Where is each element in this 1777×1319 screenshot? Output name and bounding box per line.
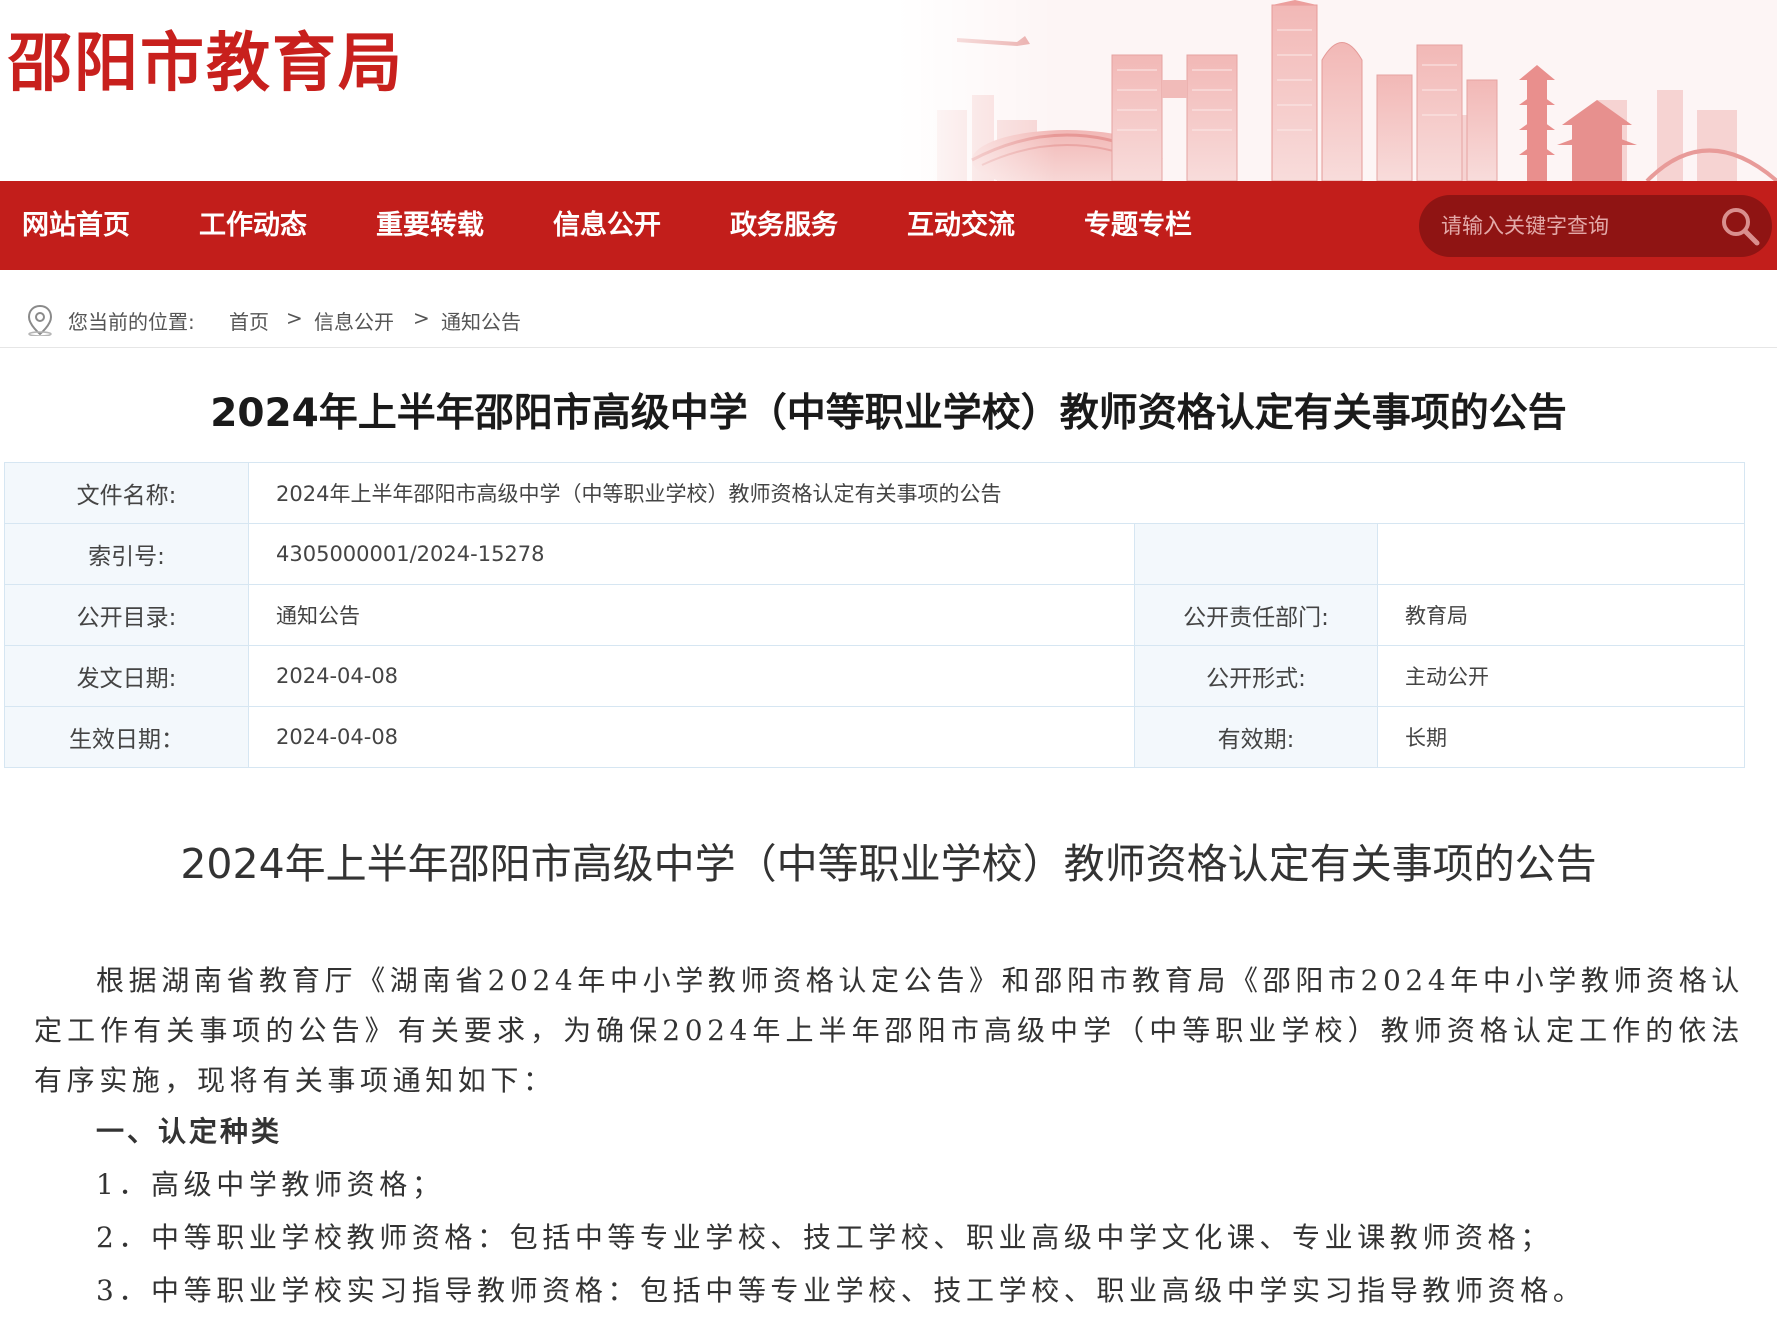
- disclosure-form-value: 主动公开: [1376, 645, 1746, 707]
- effective-date-label: 生效日期：: [4, 706, 249, 768]
- validity-value: 长期: [1376, 706, 1746, 768]
- search-icon[interactable]: [1718, 204, 1762, 248]
- issue-date-value: 2024-04-08: [248, 645, 1135, 707]
- table-row: 生效日期： 2024-04-08 有效期: 长期: [4, 706, 1746, 768]
- list-item: 2．中等职业学校教师资格：包括中等专业学校、技工学校、职业高级中学文化课、专业课…: [96, 1221, 1553, 1254]
- issue-date-label: 发文日期:: [4, 645, 249, 707]
- article-title: 2024年上半年邵阳市高级中学（中等职业学校）教师资格认定有关事项的公告: [180, 840, 1597, 888]
- list-item: 3．中等职业学校实习指导教师资格：包括中等专业学校、技工学校、职业高级中学实习指…: [96, 1274, 1586, 1307]
- section-heading: 一、认定种类: [96, 1115, 283, 1148]
- breadcrumb-home[interactable]: 首页: [229, 306, 269, 335]
- list-item: 1．高级中学教师资格；: [96, 1168, 445, 1201]
- empty-value-cell: [1376, 523, 1746, 585]
- nav-item-reprints[interactable]: 重要转载: [376, 181, 484, 270]
- article-body: 根据湖南省教育厅《湖南省2024年中小学教师资格认定公告》和邵阳市教育局《邵阳市…: [34, 956, 1744, 1317]
- index-number-value: 4305000001/2024-15278: [248, 523, 1135, 585]
- table-row: 发文日期: 2024-04-08 公开形式: 主动公开: [4, 645, 1746, 707]
- table-row: 索引号: 4305000001/2024-15278: [4, 523, 1746, 585]
- table-row: 文件名称: 2024年上半年邵阳市高级中学（中等职业学校）教师资格认定有关事项的…: [4, 462, 1746, 524]
- empty-label-cell: [1134, 523, 1378, 585]
- file-name-value: 2024年上半年邵阳市高级中学（中等职业学校）教师资格认定有关事项的公告: [247, 462, 1746, 524]
- nav-item-gov-services[interactable]: 政务服务: [730, 181, 838, 270]
- nav-item-special-topics[interactable]: 专题专栏: [1084, 181, 1192, 270]
- nav-item-home[interactable]: 网站首页: [22, 181, 130, 270]
- effective-date-value: 2024-04-08: [248, 706, 1135, 768]
- nav-item-work-news[interactable]: 工作动态: [199, 181, 307, 270]
- breadcrumb-separator: >: [286, 306, 303, 330]
- site-header: 邵阳市教育局: [0, 0, 1777, 181]
- disclosure-form-label: 公开形式:: [1134, 645, 1378, 707]
- file-name-label: 文件名称:: [4, 462, 249, 524]
- index-number-label: 索引号:: [4, 523, 249, 585]
- breadcrumb: 您当前的位置: 首页 > 信息公开 > 通知公告: [0, 296, 1777, 348]
- validity-label: 有效期:: [1134, 706, 1378, 768]
- main-nav: 网站首页 工作动态 重要转载 信息公开 政务服务 互动交流 专题专栏: [0, 181, 1777, 270]
- nav-item-interaction[interactable]: 互动交流: [907, 181, 1015, 270]
- page-title: 2024年上半年邵阳市高级中学（中等职业学校）教师资格认定有关事项的公告: [210, 391, 1567, 436]
- document-info-table: 文件名称: 2024年上半年邵阳市高级中学（中等职业学校）教师资格认定有关事项的…: [4, 462, 1746, 768]
- search-box: [1419, 195, 1772, 257]
- table-row: 公开目录: 通知公告 公开责任部门: 教育局: [4, 584, 1746, 646]
- catalog-value: 通知公告: [248, 584, 1135, 646]
- search-input[interactable]: [1441, 195, 1711, 257]
- city-skyline-banner: [897, 0, 1777, 181]
- responsible-dept-label: 公开责任部门:: [1134, 584, 1378, 646]
- breadcrumb-notices[interactable]: 通知公告: [441, 306, 521, 335]
- article-intro-paragraph: 根据湖南省教育厅《湖南省2024年中小学教师资格认定公告》和邵阳市教育局《邵阳市…: [34, 964, 1744, 1097]
- responsible-dept-value: 教育局: [1376, 584, 1746, 646]
- catalog-label: 公开目录:: [4, 584, 249, 646]
- breadcrumb-info-disclosure[interactable]: 信息公开: [314, 306, 394, 335]
- location-pin-icon: [27, 304, 53, 336]
- site-title[interactable]: 邵阳市教育局: [8, 12, 404, 104]
- nav-item-info-disclosure[interactable]: 信息公开: [553, 181, 661, 270]
- breadcrumb-prefix: 您当前的位置:: [68, 310, 195, 334]
- breadcrumb-divider: [0, 347, 1777, 348]
- breadcrumb-separator: >: [413, 306, 430, 330]
